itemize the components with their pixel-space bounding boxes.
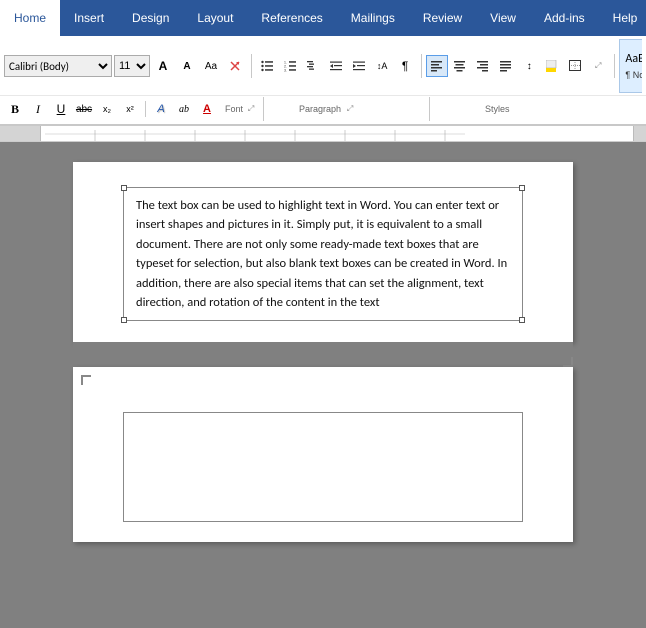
svg-text:3.: 3. (284, 69, 287, 73)
font-name-select[interactable]: Calibri (Body) (4, 55, 112, 77)
text-effects-button[interactable]: A (150, 98, 172, 120)
separator-small-1 (145, 101, 146, 117)
subscript-button[interactable]: x₂ (96, 98, 118, 120)
align-right-button[interactable] (472, 55, 494, 77)
ruler (0, 126, 646, 142)
page-2 (73, 367, 573, 542)
bold-button[interactable]: B (4, 98, 26, 120)
superscript-button[interactable]: x² (119, 98, 141, 120)
handle-bl[interactable] (121, 317, 127, 323)
font-expand-button[interactable]: ⤢ (244, 102, 258, 116)
menu-tab-view[interactable]: View (476, 0, 530, 36)
text-box-1[interactable]: The text box can be used to highlight te… (123, 187, 523, 321)
strikethrough-button[interactable]: abc (73, 98, 95, 120)
page-1: The text box can be used to highlight te… (73, 162, 573, 342)
separator-mid (263, 97, 264, 121)
styles-group-label: Styles (485, 104, 510, 114)
bullets-button[interactable] (256, 55, 278, 77)
shading-button[interactable] (541, 55, 563, 77)
menu-tab-design[interactable]: Design (118, 0, 183, 36)
borders-button[interactable] (564, 55, 586, 77)
ribbon: Calibri (Body) 11 A A Aa 1.2.3. (0, 36, 646, 126)
corner-marker-tl2 (81, 375, 91, 385)
align-left-button[interactable] (426, 55, 448, 77)
highlight-button[interactable]: ab (173, 98, 195, 120)
change-case-button[interactable]: Aa (200, 55, 222, 77)
show-paragraph-button[interactable]: ¶ (394, 55, 416, 77)
menu-tab-help[interactable]: Help (599, 0, 646, 36)
font-group-label: Font (225, 104, 243, 114)
handle-tr[interactable] (519, 185, 525, 191)
page-gap (73, 342, 573, 367)
increase-indent-button[interactable] (348, 55, 370, 77)
align-center-button[interactable] (449, 55, 471, 77)
justify-button[interactable] (495, 55, 517, 77)
italic-button[interactable]: I (27, 98, 49, 120)
menu-tab-review[interactable]: Review (409, 0, 476, 36)
text-box-1-content: The text box can be used to highlight te… (136, 198, 507, 310)
para-expand-button[interactable]: ⤢ (587, 55, 609, 77)
sort-button[interactable]: ↕A (371, 55, 393, 77)
corner-marker-gap-right (563, 357, 573, 367)
menu-tab-insert[interactable]: Insert (60, 0, 118, 36)
menu-tab-home[interactable]: Home (0, 0, 60, 36)
app-container: Home Insert Design Layout References Mai… (0, 0, 646, 628)
page-2-content (73, 367, 573, 542)
menu-tab-mailings[interactable]: Mailings (337, 0, 409, 36)
document-scroll-area[interactable]: The text box can be used to highlight te… (0, 142, 646, 628)
paragraph-group-label: Paragraph (299, 104, 341, 114)
font-color-button[interactable]: A (196, 98, 218, 120)
style-normal-button[interactable]: AaBbCcDc ¶ Normal (619, 39, 642, 93)
numbering-button[interactable]: 1.2.3. (279, 55, 301, 77)
menu-tab-addins[interactable]: Add-ins (530, 0, 599, 36)
font-size-select[interactable]: 11 (114, 55, 150, 77)
shrink-font-button[interactable]: A (176, 55, 198, 77)
paragraph-expand-button[interactable]: ⤢ (343, 102, 357, 116)
menu-bar: Home Insert Design Layout References Mai… (0, 0, 646, 36)
separator-mid2 (429, 97, 430, 121)
grow-font-button[interactable]: A (152, 55, 174, 77)
clear-format-button[interactable] (224, 55, 246, 77)
handle-tl[interactable] (121, 185, 127, 191)
underline-button[interactable]: U (50, 98, 72, 120)
ruler-ticks (45, 126, 629, 142)
line-spacing-button[interactable]: ↕ (518, 55, 540, 77)
handle-br[interactable] (519, 317, 525, 323)
menu-tab-layout[interactable]: Layout (183, 0, 247, 36)
content-area: The text box can be used to highlight te… (0, 126, 646, 628)
text-box-2-empty[interactable] (123, 412, 523, 522)
multilevel-button[interactable] (302, 55, 324, 77)
menu-tab-references[interactable]: References (247, 0, 336, 36)
page-1-content: The text box can be used to highlight te… (73, 162, 573, 341)
decrease-indent-button[interactable] (325, 55, 347, 77)
